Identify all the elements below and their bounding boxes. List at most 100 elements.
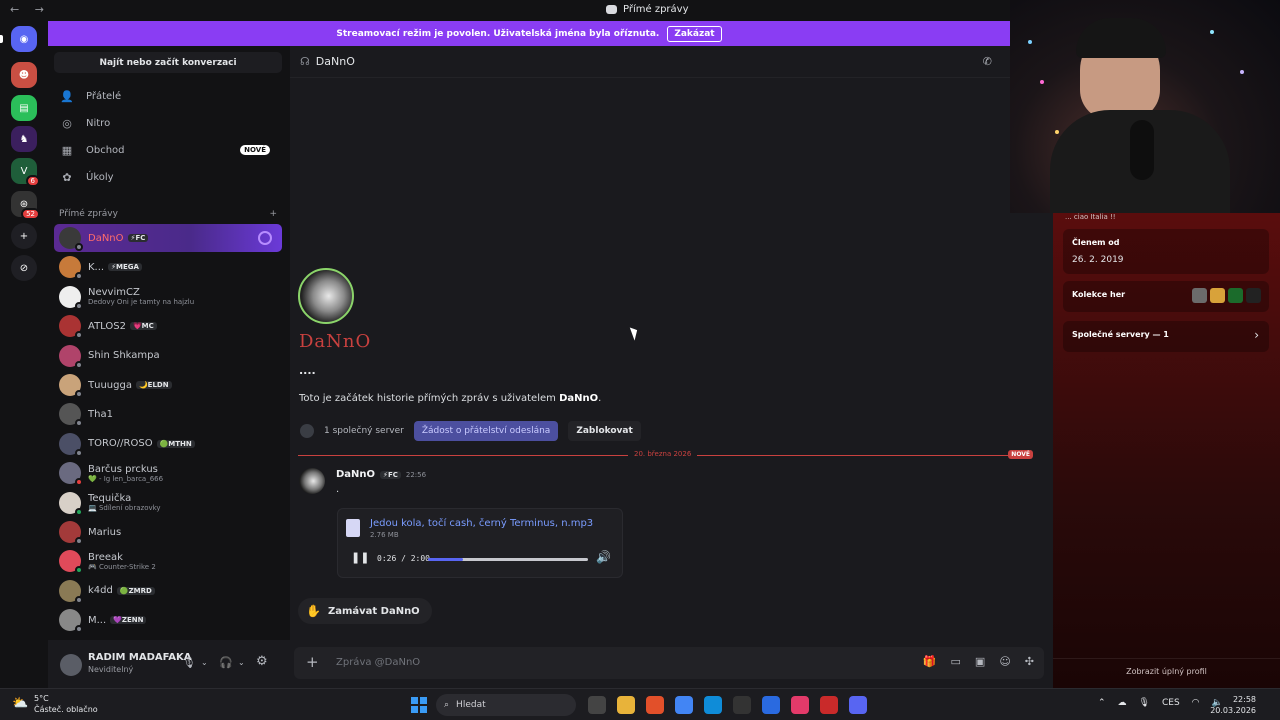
taskbar-app-icon[interactable] [704, 696, 722, 714]
disable-streamer-mode-button[interactable]: Zakázat [667, 25, 722, 42]
taskbar-search[interactable]: ⌕ Hledat [436, 694, 576, 716]
microphone-tray-icon[interactable]: 🎙 [1139, 698, 1150, 708]
dm-item[interactable]: K... ⚡MEGA [54, 253, 282, 281]
server-icon-server-5[interactable]: ⊛ 52 [11, 191, 40, 220]
game-icon[interactable] [1228, 288, 1243, 303]
volume-icon[interactable]: 🔊 [596, 550, 611, 564]
weather-icon[interactable]: ⛅ [12, 696, 28, 711]
dm-item[interactable]: Tha1 [54, 400, 282, 428]
chevron-down-icon[interactable]: ⌄ [201, 658, 208, 667]
dm-name: Tha1 [88, 408, 113, 420]
server-icon-server-4[interactable]: V6 [11, 158, 40, 187]
sticker-icon[interactable]: ▣ [975, 655, 985, 668]
view-full-profile-link[interactable]: Zobrazit úplný profil [1053, 658, 1280, 676]
guild-tag: ⚡MEGA [108, 263, 142, 272]
mutual-servers-text[interactable]: 1 společný server [324, 426, 404, 436]
dm-item[interactable]: DaNnO ⚡FC [54, 224, 282, 252]
gif-icon[interactable]: ▭ [951, 655, 961, 668]
server-icon-server-3[interactable]: ♞ [11, 126, 37, 152]
taskbar-app-icon[interactable] [617, 696, 635, 714]
dm-info: Marius [88, 527, 121, 538]
server-icon-discover[interactable]: ⊘ [11, 255, 37, 281]
dm-info: TORO//ROSO 🟢MTHN [88, 438, 195, 449]
wave-button[interactable]: ✋ Zamávat DaNnO [298, 598, 432, 624]
chevron-down-icon[interactable]: ⌄ [238, 658, 245, 667]
taskbar-app-icon[interactable] [646, 696, 664, 714]
game-icon[interactable] [1246, 288, 1261, 303]
microphone-icon[interactable]: 🎙 [182, 656, 196, 669]
taskbar-app-icon[interactable] [762, 696, 780, 714]
audio-progress-bar[interactable] [428, 558, 588, 561]
message-avatar[interactable] [299, 468, 325, 494]
apps-icon[interactable]: ✣ [1025, 655, 1034, 668]
windows-start-button[interactable] [411, 697, 427, 713]
server-icon-server-1[interactable]: ☻ [11, 62, 37, 88]
dm-item[interactable]: NevvimCZ Dedovy Oni je tamty na hajzlu [54, 283, 282, 311]
close-dm-icon[interactable] [258, 231, 272, 245]
user-avatar[interactable] [60, 654, 82, 676]
wifi-icon[interactable]: ◠ [1192, 698, 1200, 708]
nav-arrows[interactable]: ← → [10, 3, 50, 16]
taskbar-app-icon[interactable] [820, 696, 838, 714]
taskbar-app-icon[interactable] [849, 696, 867, 714]
avatar [59, 550, 83, 575]
recipient-name[interactable]: DaNnO [316, 55, 355, 68]
emoji-icon[interactable]: ☺ [999, 655, 1010, 668]
game-collection-card[interactable]: Kolekce her [1063, 281, 1269, 312]
avatar [59, 609, 83, 634]
headphones-icon[interactable]: 🎧 [219, 656, 233, 669]
game-icon[interactable] [1192, 288, 1207, 303]
upload-plus-icon[interactable]: + [306, 653, 319, 671]
taskbar-clock[interactable]: 22:58 20.03.2026 [1210, 694, 1256, 716]
language-indicator[interactable]: CES [1162, 698, 1180, 708]
mutual-servers-card[interactable]: Společné servery — 1 › [1063, 321, 1269, 352]
find-conversation-button[interactable]: Najít nebo začít konverzaci [54, 52, 282, 73]
dm-item[interactable]: TORO//ROSO 🟢MTHN [54, 430, 282, 458]
taskbar: ⛅ 5°C Částeč. oblačno ⌕ Hledat ⌃ ☁ 🎙 CES… [0, 688, 1280, 720]
profile-panel: ... ciao Italia !! Členem od 26. 2. 2019… [1053, 213, 1280, 688]
create-dm-button[interactable]: + [269, 209, 277, 219]
new-messages-divider: 20. března 2026 NOVÉ [298, 450, 1033, 459]
taskbar-app-icon[interactable] [675, 696, 693, 714]
dm-item[interactable]: Marius [54, 518, 282, 546]
block-button[interactable]: Zablokovat [568, 421, 641, 441]
dm-info: Ꚍuuugga 🌙ELDN [88, 380, 172, 391]
message-author[interactable]: DaNnO [336, 469, 375, 480]
message-composer[interactable]: + Zpráva @DaNnO 🎁 ▭ ▣ ☺ ✣ [294, 647, 1044, 679]
game-icon[interactable] [1210, 288, 1225, 303]
nav-label: Úkoly [86, 171, 114, 183]
dm-item[interactable]: k4dd 🟢ZMRD [54, 577, 282, 605]
dm-item[interactable]: M... 💜ZENN [54, 606, 282, 634]
banner-text: Streamovací režim je povolen. Uživatelsk… [336, 28, 660, 39]
audio-filename[interactable]: Jedou kola, točí cash, černý Terminus, n… [370, 518, 593, 529]
chevron-up-icon[interactable]: ⌃ [1098, 698, 1106, 708]
dm-item[interactable]: Ꚍuuugga 🌙ELDN [54, 371, 282, 399]
dm-item[interactable]: Shin Shkampa [54, 342, 282, 370]
message-input[interactable]: Zpráva @DaNnO [336, 657, 420, 668]
dm-item[interactable]: Barčus prckus 💚 - Ig len_barca_666 [54, 459, 282, 487]
gift-icon[interactable]: 🎁 [923, 655, 937, 668]
at-icon: ☊ [300, 55, 310, 68]
dm-item[interactable]: ATLOS2 💗MC [54, 312, 282, 340]
sidebar-item-obchod[interactable]: ▦ Obchod NOVÉ [54, 138, 282, 162]
server-icon-add-server[interactable]: + [11, 223, 37, 249]
friend-request-sent-button[interactable]: Žádost o přátelství odeslána [413, 421, 559, 441]
voice-call-icon[interactable]: ✆ [983, 55, 992, 68]
recipient-avatar-large[interactable] [298, 268, 354, 324]
taskbar-app-icon[interactable] [733, 696, 751, 714]
dm-name-row: Tha1 [88, 409, 113, 420]
taskbar-app-icon[interactable] [791, 696, 809, 714]
avatar [59, 432, 83, 457]
pause-icon[interactable]: ❚❚ [351, 551, 369, 564]
network-icon[interactable]: ☁ [1118, 698, 1127, 708]
dm-item[interactable]: Breeak 🎮 Counter-Strike 2 [54, 547, 282, 575]
nav-icon: ▦ [61, 143, 73, 157]
dm-item[interactable]: Tequička 💻 Sdílení obrazovky [54, 489, 282, 517]
server-icon-server-2[interactable]: ▤ [11, 95, 37, 121]
sidebar-item-přátelé[interactable]: 👤 Přátelé [54, 84, 282, 108]
sidebar-item-úkoly[interactable]: ✿ Úkoly [54, 165, 282, 189]
server-icon-discord-home[interactable]: ◉ [11, 26, 37, 52]
settings-gear-icon[interactable]: ⚙ [256, 654, 268, 669]
taskbar-app-icon[interactable] [588, 696, 606, 714]
sidebar-item-nitro[interactable]: ◎ Nitro [54, 111, 282, 135]
